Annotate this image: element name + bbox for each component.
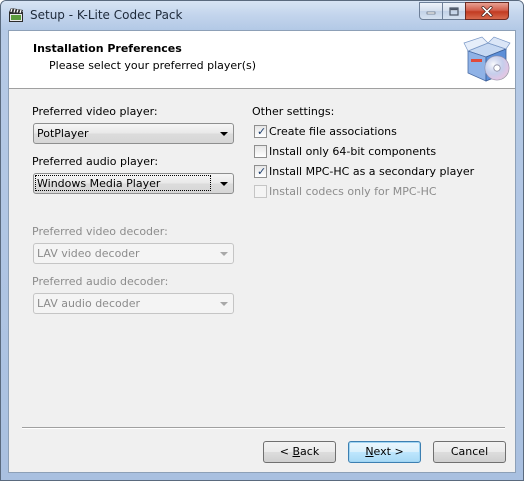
- minimize-button[interactable]: [419, 2, 443, 20]
- film-clapper-icon: [9, 8, 23, 22]
- cancel-button[interactable]: Cancel: [433, 441, 506, 463]
- create-file-associations-label[interactable]: Create file associations: [269, 125, 397, 138]
- minimize-icon: [426, 11, 436, 15]
- audio-decoder-value: LAV audio decoder: [37, 297, 141, 310]
- maximize-button[interactable]: [442, 2, 466, 20]
- chevron-down-icon: [220, 182, 228, 186]
- next-button[interactable]: Next >: [348, 441, 421, 463]
- checkmark-icon: ✓: [257, 125, 267, 138]
- install-64bit-only-checkbox[interactable]: [254, 145, 267, 158]
- video-decoder-label: Preferred video decoder:: [32, 225, 168, 238]
- installer-box-icon: [463, 36, 511, 82]
- close-icon: [481, 5, 493, 17]
- video-player-value: PotPlayer: [37, 127, 89, 140]
- codecs-only-mpc-hc-checkbox[interactable]: [254, 185, 267, 198]
- audio-decoder-dropdown[interactable]: LAV audio decoder: [33, 293, 234, 314]
- page-title: Installation Preferences: [33, 42, 182, 55]
- video-decoder-dropdown[interactable]: LAV video decoder: [33, 243, 234, 264]
- page-subtitle: Please select your preferred player(s): [49, 59, 257, 72]
- video-player-dropdown[interactable]: PotPlayer: [33, 123, 234, 144]
- footer-divider: [22, 427, 505, 429]
- audio-player-value: Windows Media Player: [35, 175, 211, 191]
- chevron-down-icon: [220, 252, 228, 256]
- install-64bit-only-label[interactable]: Install only 64-bit components: [269, 145, 436, 158]
- back-button[interactable]: < Back: [263, 441, 336, 463]
- chevron-down-icon: [220, 132, 228, 136]
- maximize-icon: [449, 6, 459, 16]
- create-file-associations-checkbox[interactable]: ✓: [254, 125, 267, 138]
- chevron-down-icon: [220, 302, 228, 306]
- video-player-label: Preferred video player:: [32, 105, 158, 118]
- codecs-only-mpc-hc-label: Install codecs only for MPC-HC: [269, 185, 437, 198]
- audio-player-label: Preferred audio player:: [32, 155, 159, 168]
- install-mpc-hc-secondary-label[interactable]: Install MPC-HC as a secondary player: [269, 165, 474, 178]
- wizard-header: Installation Preferences Please select y…: [9, 31, 515, 89]
- checkmark-icon: ✓: [257, 165, 267, 178]
- other-settings-label: Other settings:: [252, 105, 335, 118]
- close-button[interactable]: [465, 2, 509, 20]
- video-decoder-value: LAV video decoder: [37, 247, 140, 260]
- window-title: Setup - K-Lite Codec Pack: [30, 8, 183, 22]
- title-bar[interactable]: Setup - K-Lite Codec Pack: [1, 1, 523, 30]
- audio-decoder-label: Preferred audio decoder:: [32, 275, 169, 288]
- audio-player-dropdown[interactable]: Windows Media Player: [33, 173, 234, 194]
- wizard-body: Installation Preferences Please select y…: [8, 30, 516, 473]
- install-mpc-hc-secondary-checkbox[interactable]: ✓: [254, 165, 267, 178]
- setup-window: Setup - K-Lite Codec Pack Installation P…: [0, 0, 524, 481]
